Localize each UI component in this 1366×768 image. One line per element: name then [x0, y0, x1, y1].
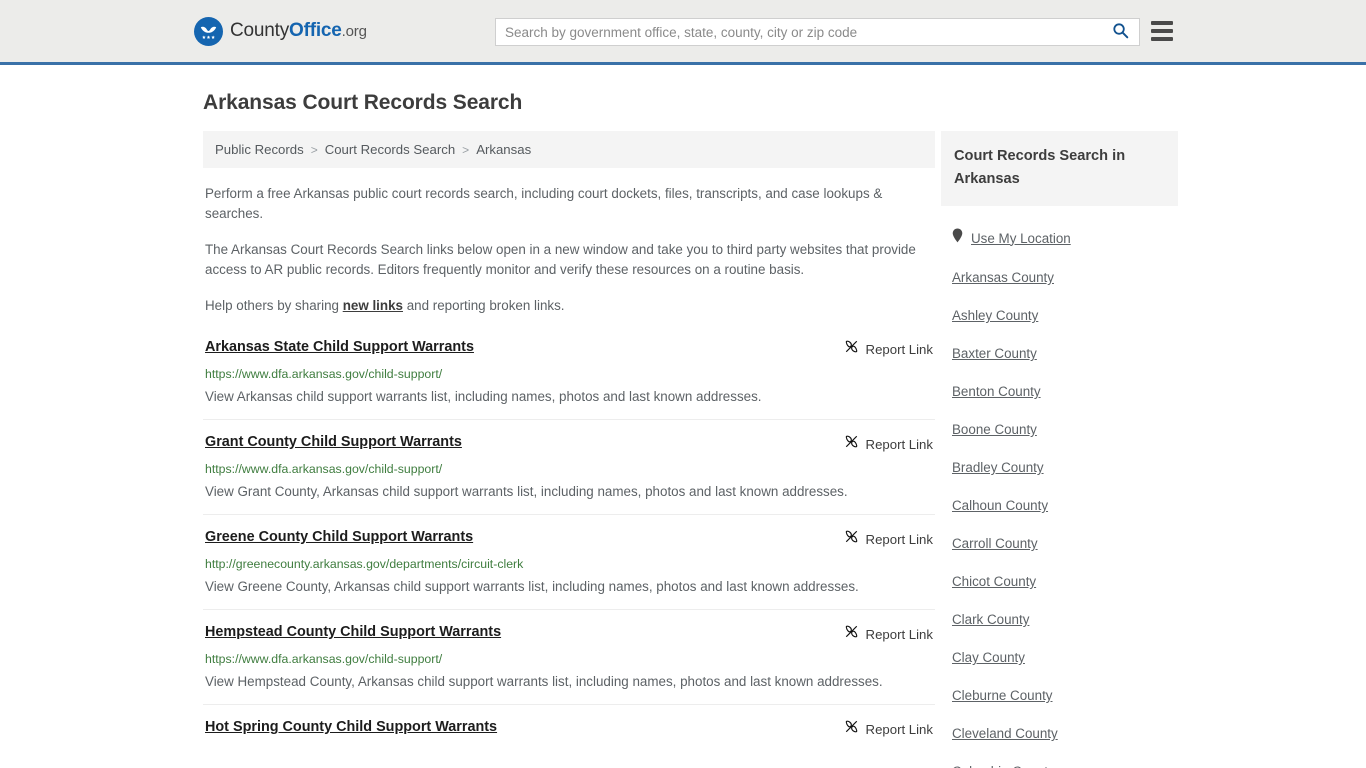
search-icon	[1112, 22, 1129, 42]
report-link-button[interactable]: Report Link	[844, 434, 933, 454]
result-title-link[interactable]: Hempstead County Child Support Warrants	[205, 623, 501, 641]
county-link-ashley[interactable]: Ashley County	[952, 308, 1178, 324]
site-logo-link[interactable]: CountyOffice.org	[194, 16, 367, 46]
result-title-link[interactable]: Arkansas State Child Support Warrants	[205, 338, 474, 356]
breadcrumb: Public Records > Court Records Search > …	[203, 131, 935, 168]
result-header: Greene County Child Support Warrants Rep…	[205, 528, 933, 549]
result-description: View Arkansas child support warrants lis…	[205, 389, 762, 404]
broken-link-icon	[844, 529, 859, 549]
use-my-location-label: Use My Location	[971, 230, 1071, 246]
sidebar-title-box: Court Records Search in Arkansas	[941, 131, 1178, 206]
report-link-label: Report Link	[865, 626, 933, 642]
county-link-clay[interactable]: Clay County	[952, 650, 1178, 666]
report-link-button[interactable]: Report Link	[844, 529, 933, 549]
report-link-button[interactable]: Report Link	[844, 624, 933, 644]
county-link-clark[interactable]: Clark County	[952, 612, 1178, 628]
report-link-label: Report Link	[865, 436, 933, 452]
breadcrumb-item-public-records[interactable]: Public Records	[215, 142, 304, 157]
report-link-label: Report Link	[865, 341, 933, 357]
results-list: Arkansas State Child Support Warrants Re…	[203, 338, 935, 751]
result-header: Hempstead County Child Support Warrants …	[205, 623, 933, 644]
result-item: Hempstead County Child Support Warrants …	[203, 623, 935, 705]
search-input[interactable]	[496, 19, 1108, 45]
intro-paragraph-1: Perform a free Arkansas public court rec…	[205, 186, 883, 221]
county-link-bradley[interactable]: Bradley County	[952, 460, 1178, 476]
sidebar-title: Court Records Search in Arkansas	[954, 148, 1126, 187]
broken-link-icon	[844, 434, 859, 454]
county-link-benton[interactable]: Benton County	[952, 384, 1178, 400]
county-link-chicot[interactable]: Chicot County	[952, 574, 1178, 590]
result-description: View Grant County, Arkansas child suppor…	[205, 484, 848, 499]
report-link-button[interactable]: Report Link	[844, 339, 933, 359]
result-url: https://www.dfa.arkansas.gov/child-suppo…	[205, 367, 443, 381]
share-text-after: and reporting broken links.	[402, 298, 565, 313]
result-url: https://www.dfa.arkansas.gov/child-suppo…	[205, 652, 443, 666]
intro-paragraph-3: Help others by sharing new links and rep…	[203, 296, 935, 316]
breadcrumb-separator: >	[462, 142, 470, 157]
county-link-baxter[interactable]: Baxter County	[952, 346, 1178, 362]
eagle-seal-logo-icon	[194, 16, 223, 46]
result-header: Hot Spring County Child Support Warrants…	[205, 718, 933, 739]
map-pin-icon	[952, 228, 963, 248]
use-my-location-button[interactable]: Use My Location	[941, 228, 1178, 248]
brand-wordmark: CountyOffice.org	[230, 20, 367, 42]
county-links-list: Arkansas County Ashley County Baxter Cou…	[941, 270, 1178, 768]
broken-link-icon	[844, 719, 859, 739]
result-header: Grant County Child Support Warrants Repo…	[205, 433, 933, 454]
sidebar: Court Records Search in Arkansas Use My …	[941, 131, 1178, 768]
result-item: Grant County Child Support Warrants Repo…	[203, 433, 935, 515]
report-link-button[interactable]: Report Link	[844, 719, 933, 739]
result-item: Greene County Child Support Warrants Rep…	[203, 528, 935, 610]
result-title-link[interactable]: Greene County Child Support Warrants	[205, 528, 473, 546]
report-link-label: Report Link	[865, 721, 933, 737]
hamburger-menu-icon[interactable]	[1151, 21, 1173, 41]
breadcrumb-item-court-records-search[interactable]: Court Records Search	[325, 142, 455, 157]
result-title-link[interactable]: Grant County Child Support Warrants	[205, 433, 462, 451]
county-link-boone[interactable]: Boone County	[952, 422, 1178, 438]
brand-office-text: Office	[289, 20, 342, 41]
result-url: http://greenecounty.arkansas.gov/departm…	[205, 557, 524, 571]
breadcrumb-item-arkansas: Arkansas	[476, 142, 532, 157]
result-title-link[interactable]: Hot Spring County Child Support Warrants	[205, 718, 497, 736]
county-link-calhoun[interactable]: Calhoun County	[952, 498, 1178, 514]
brand-county-text: County	[230, 20, 290, 41]
search-bar[interactable]	[495, 18, 1140, 46]
county-link-arkansas[interactable]: Arkansas County	[952, 270, 1178, 286]
result-url: https://www.dfa.arkansas.gov/child-suppo…	[205, 462, 443, 476]
share-text-before: Help others by sharing	[205, 298, 343, 313]
brand-org-text: .org	[341, 23, 367, 40]
report-link-label: Report Link	[865, 531, 933, 547]
page-container: Arkansas Court Records Search Public Rec…	[0, 91, 1366, 768]
county-link-cleveland[interactable]: Cleveland County	[952, 726, 1178, 742]
county-link-carroll[interactable]: Carroll County	[952, 536, 1178, 552]
result-item: Arkansas State Child Support Warrants Re…	[203, 338, 935, 420]
result-header: Arkansas State Child Support Warrants Re…	[205, 338, 933, 359]
result-item: Hot Spring County Child Support Warrants…	[203, 718, 935, 751]
intro-paragraph-2: The Arkansas Court Records Search links …	[205, 242, 916, 277]
broken-link-icon	[844, 624, 859, 644]
result-description: View Hempstead County, Arkansas child su…	[205, 674, 883, 689]
content-columns: Public Records > Court Records Search > …	[203, 131, 1178, 768]
broken-link-icon	[844, 339, 859, 359]
result-description: View Greene County, Arkansas child suppo…	[205, 579, 859, 594]
county-link-cleburne[interactable]: Cleburne County	[952, 688, 1178, 704]
search-submit-button[interactable]	[1108, 22, 1139, 42]
main-content: Public Records > Court Records Search > …	[203, 131, 935, 764]
breadcrumb-separator: >	[310, 142, 318, 157]
county-link-columbia[interactable]: Columbia County	[952, 764, 1178, 768]
page-title: Arkansas Court Records Search	[203, 91, 523, 114]
site-header: CountyOffice.org	[0, 0, 1366, 65]
new-links-link[interactable]: new links	[343, 298, 403, 313]
